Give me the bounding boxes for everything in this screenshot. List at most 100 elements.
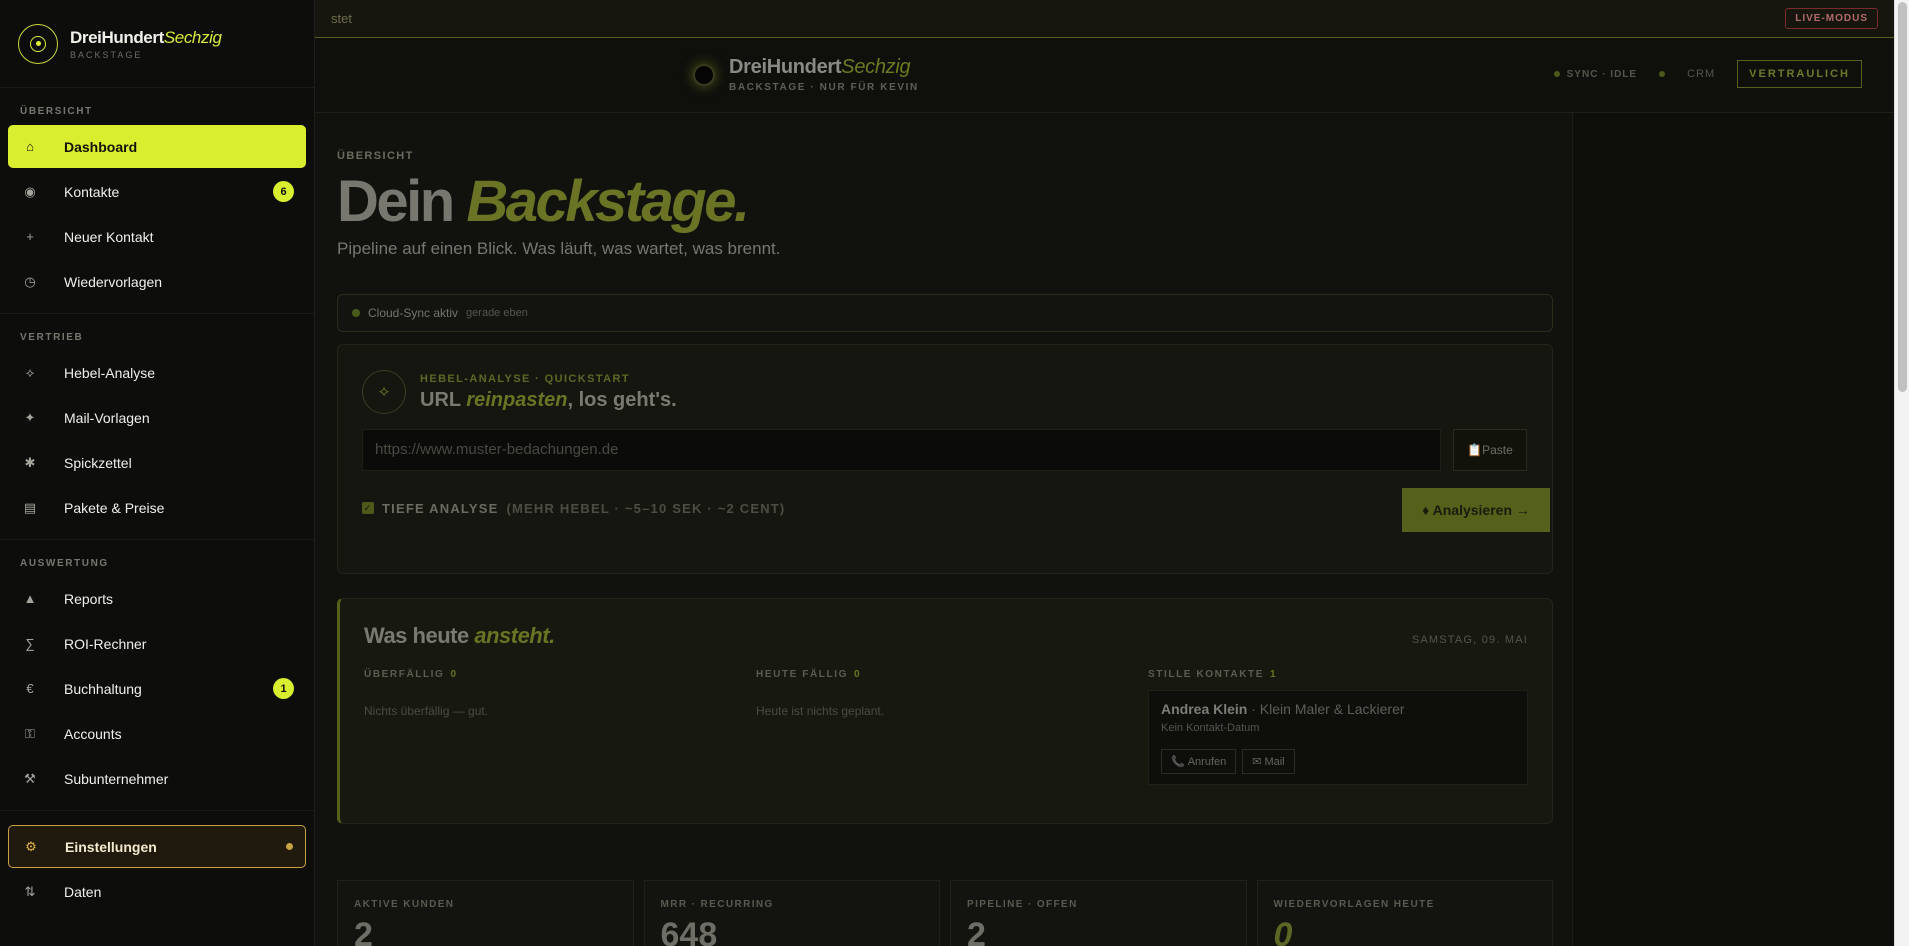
overdue-column: ÜBERFÄLLIG 0 Nichts überfällig — gut. <box>364 669 724 718</box>
sidebar-item-mail-vorlagen[interactable]: ✦ Mail-Vorlagen <box>8 396 306 439</box>
page-subtitle: Pipeline auf einen Blick. Was läuft, was… <box>337 238 781 258</box>
sidebar-item-kontakte[interactable]: ◉ Kontakte 6 <box>8 170 306 213</box>
sidebar-item-pakete-preise[interactable]: ▤ Pakete & Preise <box>8 486 306 529</box>
contact-name: Andrea Klein · Klein Maler & Lackierer <box>1161 700 1405 717</box>
sort-icon: ⇅ <box>24 883 36 899</box>
contacts-icon: ◉ <box>24 183 36 199</box>
sync-time-text: gerade eben <box>466 306 528 319</box>
live-mode-badge[interactable]: LIVE-MODUS <box>1785 8 1878 29</box>
nav-section-overview: ÜBERSICHT ⌂ Dashboard ◉ Kontakte 6 + Neuer K… <box>0 88 314 314</box>
page-eyebrow: ÜBERSICHT <box>337 150 414 162</box>
status-dot-icon <box>286 843 293 850</box>
banner-fragment: stet <box>331 11 352 26</box>
stats-row: AKTIVE KUNDEN 2 MRR · RECURRING 648 PIPELI… <box>337 880 1553 946</box>
sidebar-item-hebel-analyse[interactable]: ⟡ Hebel-Analyse <box>8 351 306 394</box>
stat-card: WIEDERVORLAGEN HEUTE 0 <box>1256 880 1553 946</box>
key-icon: ⚿ <box>25 725 35 741</box>
lever-icon: ⟡ <box>362 369 406 414</box>
sidebar-item-spickzettel[interactable]: ✱ Spickzettel <box>8 441 306 484</box>
crm-label: CRM <box>1687 68 1716 80</box>
sidebar-item-roi-rechner[interactable]: ∑ ROI-Rechner <box>8 622 306 665</box>
sync-status-text: Cloud-Sync aktiv <box>368 305 459 320</box>
sum-icon: ∑ <box>25 636 35 651</box>
sidebar-item-einstellungen[interactable]: ⚙ Einstellungen <box>8 825 306 868</box>
home-icon: ⌂ <box>26 139 34 154</box>
count-badge: 1 <box>273 678 294 699</box>
today-title: Was heute ansteht. <box>364 622 555 648</box>
chart-icon: ▲ <box>23 591 37 606</box>
asterisk-icon: ✱ <box>24 454 36 470</box>
sidebar-brand-name: DreiHundertSechzig <box>70 27 222 47</box>
sidebar-item-reports[interactable]: ▲ Reports <box>8 577 306 620</box>
sidebar-item-wiedervorlagen[interactable]: ◷ Wiedervorlagen <box>8 260 306 303</box>
sidebar-item-neuer-kontakt[interactable]: + Neuer Kontakt <box>8 215 306 258</box>
header-brand-name: DreiHundertSechzig <box>729 56 911 78</box>
url-input[interactable]: https://www.muster-bedachungen.de <box>362 428 1441 471</box>
sidebar-item-daten[interactable]: ⇅ Daten <box>8 870 306 913</box>
dashboard-content: ÜBERSICHT Dein Backstage. Pipeline auf e… <box>337 150 1553 824</box>
checkbox-checked-icon[interactable]: ✓ <box>362 502 374 515</box>
deep-analysis-checkbox[interactable]: ✓ TIEFE ANALYSE (MEHR HEBEL · ~5–10 SEK … <box>362 501 785 516</box>
contact-card[interactable]: Andrea Klein · Klein Maler & Lackierer K… <box>1148 689 1528 785</box>
sidebar-item-subunternehmer[interactable]: ⚒ Subunternehmer <box>8 757 306 800</box>
brand-logo-icon <box>18 23 58 64</box>
overdue-heading: ÜBERFÄLLIG 0 <box>364 668 458 680</box>
gear-icon: ⚙ <box>25 838 37 854</box>
silent-contacts-heading: STILLE KONTAKTE 1 <box>1148 668 1278 680</box>
sidebar-bottom: ⚙ Einstellungen ⇅ Daten <box>0 811 314 913</box>
quickstart-card: ⟡ HEBEL-ANALYSE · QUICKSTART URL reinpas… <box>337 343 1553 574</box>
status-dot-icon <box>1659 71 1666 77</box>
app-header: DreiHundertSechzig BACKSTAGE · NUR FÜR K… <box>315 38 1894 113</box>
mail-button[interactable]: ✉ Mail <box>1242 748 1295 774</box>
paste-button[interactable]: 📋Paste <box>1453 428 1527 471</box>
sparkle-icon: ✦ <box>24 409 36 425</box>
analyse-button[interactable]: ♦ Analysieren → <box>1402 487 1550 532</box>
deep-analysis-hint: (MEHR HEBEL · ~5–10 SEK · ~2 CENT) <box>506 500 786 516</box>
main-area: stet LIVE-MODUS DreiHundertSechzig BACKS… <box>315 0 1894 946</box>
nav-section-evaluation: AUSWERTUNG ▲ Reports ∑ ROI-Rechner € Buchha… <box>0 540 314 811</box>
quickstart-eyebrow: HEBEL-ANALYSE · QUICKSTART <box>420 372 630 385</box>
stat-card: PIPELINE · OFFEN 2 <box>950 880 1247 946</box>
section-label: AUSWERTUNG <box>20 558 109 569</box>
contact-status: Kein Kontakt-Datum <box>1161 721 1260 734</box>
right-panel <box>1572 113 1894 946</box>
sync-dot-icon <box>352 308 360 317</box>
mail-icon: ✉ <box>1252 755 1262 768</box>
sync-dot-icon <box>1553 71 1560 77</box>
due-today-heading: HEUTE FÄLLIG 0 <box>756 668 862 680</box>
due-today-empty-text: Heute ist nichts geplant. <box>756 703 885 718</box>
header-brand-subtitle: BACKSTAGE · NUR FÜR KEVIN <box>729 82 919 93</box>
plus-icon: + <box>26 229 34 244</box>
silent-contacts-column: STILLE KONTAKTE 1 Andrea Klein · Klein Ma… <box>1148 668 1528 785</box>
call-button[interactable]: 📞 Anrufen <box>1161 748 1237 774</box>
count-badge: 6 <box>273 181 294 202</box>
sidebar-item-dashboard[interactable]: ⌂ Dashboard <box>8 125 306 168</box>
clock-icon: ◷ <box>24 273 36 289</box>
page-title: Dein Backstage. <box>337 169 750 234</box>
sidebar-item-accounts[interactable]: ⚿ Accounts <box>8 712 306 755</box>
top-banner: stet LIVE-MODUS <box>315 0 1894 38</box>
today-date: SAMSTAG, 09. MAI <box>1411 633 1528 646</box>
stat-card: MRR · RECURRING 648 <box>643 880 940 946</box>
today-card: Was heute ansteht. SAMSTAG, 09. MAI ÜBER… <box>337 597 1553 824</box>
sidebar-brand-subtitle: BACKSTAGE <box>70 49 143 60</box>
due-today-column: HEUTE FÄLLIG 0 Heute ist nichts geplant. <box>756 669 1116 718</box>
header-brand[interactable]: DreiHundertSechzig BACKSTAGE · NUR FÜR K… <box>693 56 919 93</box>
sidebar-item-buchhaltung[interactable]: € Buchhaltung 1 <box>8 667 306 710</box>
deep-analysis-label: TIEFE ANALYSE <box>382 500 499 516</box>
nav-section-sales: VERTRIEB ⟡ Hebel-Analyse ✦ Mail-Vorlagen ✱… <box>0 314 314 540</box>
sync-status: SYNC · IDLE <box>1553 69 1637 80</box>
quickstart-title: URL reinpasten, los geht's. <box>420 388 677 411</box>
sidebar-brand[interactable]: DreiHundertSechzig BACKSTAGE <box>0 0 314 88</box>
tools-icon: ⚒ <box>24 770 36 786</box>
cloud-sync-bar: Cloud-Sync aktiv gerade eben <box>337 293 1553 332</box>
header-right: SYNC · IDLE CRM VERTRAULICH <box>1553 60 1862 88</box>
lever-icon: ⟡ <box>25 364 35 380</box>
page-scrollbar[interactable] <box>1894 0 1909 946</box>
section-label: VERTRIEB <box>20 332 84 343</box>
scrollbar-thumb[interactable] <box>1898 2 1907 392</box>
stat-card: AKTIVE KUNDEN 2 <box>337 880 634 946</box>
sidebar: DreiHundertSechzig BACKSTAGE ÜBERSICHT ⌂… <box>0 0 315 946</box>
overdue-empty-text: Nichts überfällig — gut. <box>364 703 489 718</box>
phone-icon: 📞 <box>1171 755 1185 768</box>
